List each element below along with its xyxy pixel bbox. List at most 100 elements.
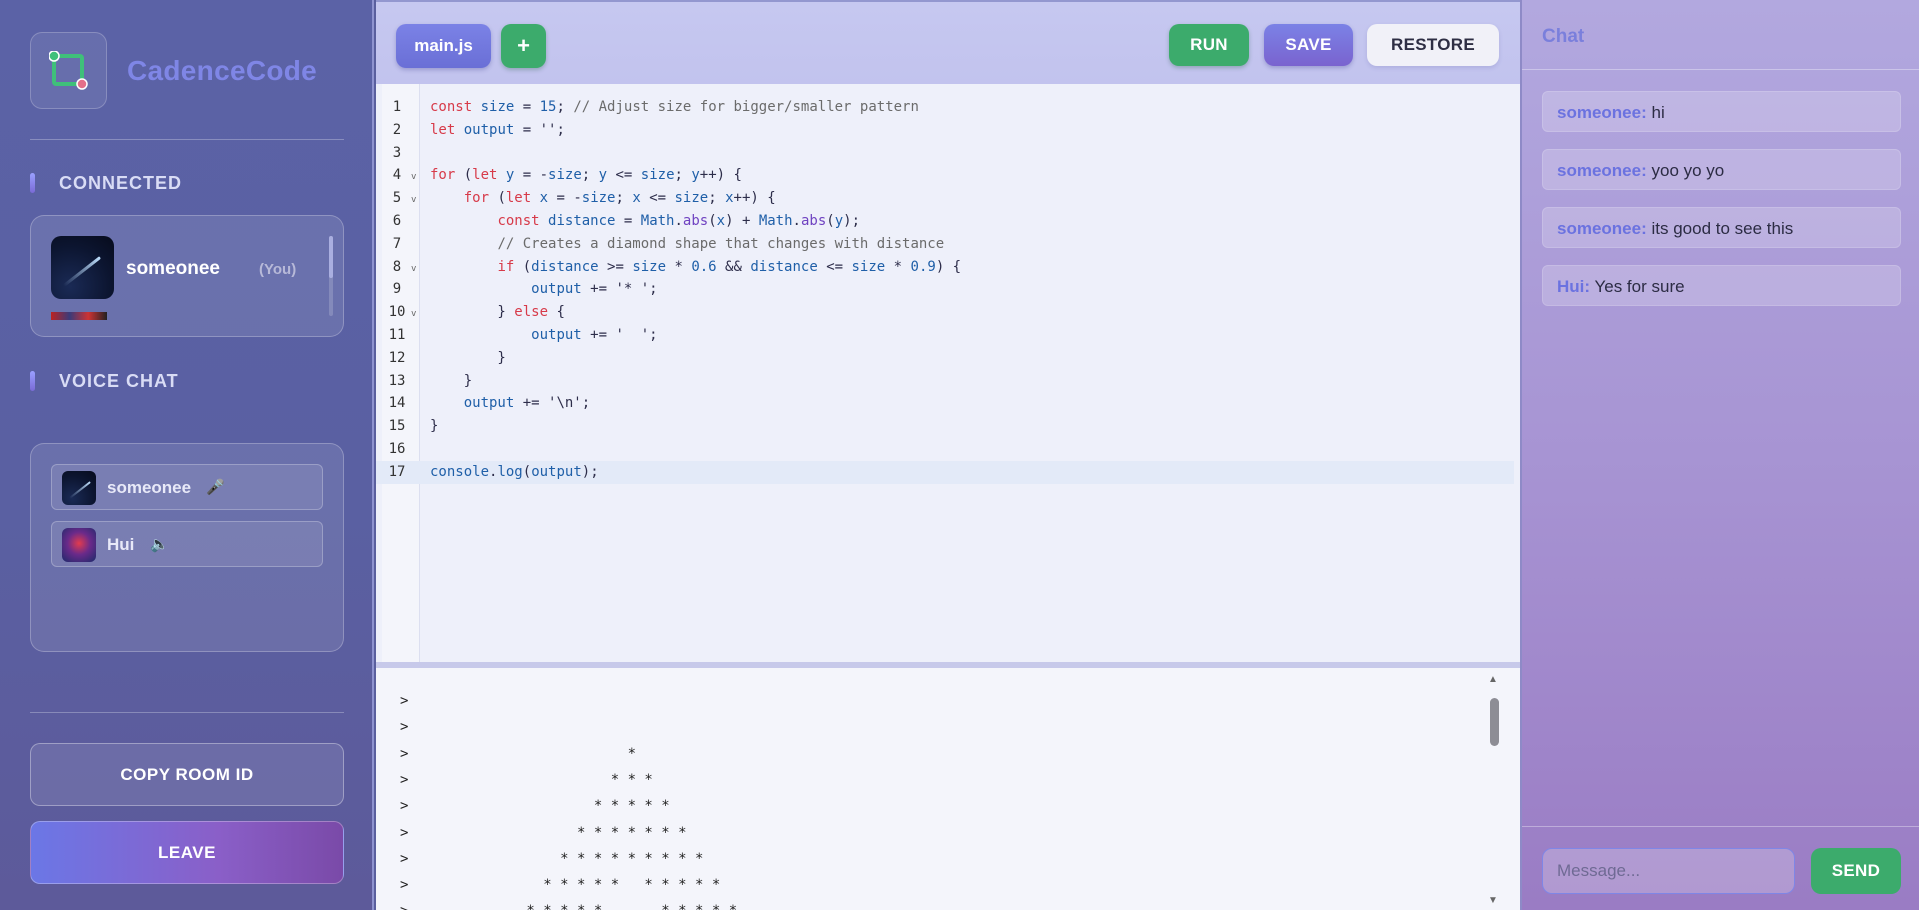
voice-chat-panel: someonee 🎤 Hui 🔈 xyxy=(30,443,344,652)
code-line[interactable]: 17 console.log(output); xyxy=(376,460,1514,484)
code-line[interactable]: 8v if (distance >= size * 0.6 && distanc… xyxy=(376,256,1514,279)
message-author: Hui: xyxy=(1557,277,1591,296)
code-text: for (let y = -size; y <= size; y++) { xyxy=(430,167,742,184)
code-text: let output = ''; xyxy=(430,121,565,138)
output-console: > > > * > * * * > * * * * * > * * * * * * * > … xyxy=(376,668,1520,910)
code-text: const distance = Math.abs(x) + Math.abs(… xyxy=(497,213,860,229)
code-line[interactable]: 3 xyxy=(376,142,1514,165)
code-line[interactable]: 6 const distance = Math.abs(x) + Math.ab… xyxy=(376,210,1514,233)
voice-user-row[interactable]: someonee 🎤 xyxy=(51,464,323,510)
connected-user-name: someonee xyxy=(126,258,220,279)
code-line[interactable]: 15} xyxy=(376,415,1514,438)
code-line[interactable]: 7 // Creates a diamond shape that change… xyxy=(376,233,1514,256)
line-number: 6 xyxy=(392,213,402,229)
console-output-line: > xyxy=(400,693,409,709)
console-output-line: > * * * * * * * xyxy=(400,824,687,841)
line-number: 1 xyxy=(392,99,402,115)
chat-message: someonee: hi xyxy=(1542,91,1901,132)
voice-user-name: someonee xyxy=(107,478,192,497)
copy-room-id-button[interactable]: COPY ROOM ID xyxy=(30,743,344,806)
user-avatar xyxy=(51,236,114,299)
code-text: } else { xyxy=(430,304,565,321)
code-text: // Creates a diamond shape that changes … xyxy=(497,235,945,252)
connected-title: CONNECTED xyxy=(30,173,182,194)
save-button[interactable]: SAVE xyxy=(1264,24,1353,66)
message-author: someonee: xyxy=(1557,103,1647,122)
speaker-icon: 🔈 xyxy=(150,536,169,553)
editor-toolbar: main.js + RUN SAVE RESTORE xyxy=(376,0,1520,84)
code-text: } xyxy=(430,372,473,389)
divider xyxy=(30,712,344,713)
fold-chevron-icon[interactable]: v xyxy=(411,258,416,281)
line-number: 5 xyxy=(392,190,402,207)
code-text: output += '\n'; xyxy=(463,395,591,412)
code-line[interactable]: 12 } xyxy=(376,347,1514,370)
code-line[interactable]: 14 output += '\n'; xyxy=(376,392,1514,415)
line-number: 10 xyxy=(388,304,406,321)
code-line[interactable]: 10 v } else { xyxy=(376,301,1514,324)
scrollbar-thumb[interactable] xyxy=(1490,698,1499,746)
line-number: 14 xyxy=(388,395,406,412)
code-editor[interactable]: 1 const size = 15; // Adjust size for big… xyxy=(376,84,1520,662)
panel-scrollbar[interactable] xyxy=(329,236,333,316)
message-text: Yes for sure xyxy=(1594,277,1685,296)
chat-message: someonee: yoo yo yo xyxy=(1542,149,1901,190)
run-button[interactable]: RUN xyxy=(1169,24,1249,66)
leave-button[interactable]: LEAVE xyxy=(30,821,344,884)
chat-panel: Chat someonee: hi someonee: yoo yo yo so… xyxy=(1520,0,1919,910)
code-line[interactable]: 11 output += ' '; xyxy=(376,324,1514,347)
code-text: } xyxy=(430,349,506,366)
console-output-line: > * xyxy=(400,745,637,762)
code-line[interactable]: 4 v for (let y = -size; y <= size; y++) { xyxy=(376,164,1514,187)
code-text: for (let x = -size; x <= size; x++) { xyxy=(463,190,776,207)
code-line[interactable]: 1 const size = 15; // Adjust size for big… xyxy=(376,96,1514,119)
code-text: const size = 15; // Adjust size for bigg… xyxy=(430,99,919,115)
chat-title: Chat xyxy=(1542,26,1585,47)
fold-chevron-icon[interactable]: v xyxy=(411,166,416,189)
code-line[interactable]: 16 xyxy=(376,438,1514,461)
restore-button[interactable]: RESTORE xyxy=(1367,24,1499,66)
console-output-line: > * * * * * * * * * * xyxy=(400,898,737,910)
code-line[interactable]: 5v for (let x = -size; x <= size; x++) { xyxy=(376,187,1514,210)
message-text: its good to see this xyxy=(1651,219,1794,238)
line-number: 8 xyxy=(392,258,402,275)
add-file-button[interactable]: + xyxy=(501,24,546,68)
code-text: output += '* '; xyxy=(531,281,658,298)
code-text: console.log(output); xyxy=(430,463,599,480)
send-button[interactable]: SEND xyxy=(1811,848,1901,894)
app-name: CadenceCode xyxy=(127,55,318,86)
message-author: someonee: xyxy=(1557,161,1647,180)
file-tab-main-js[interactable]: main.js xyxy=(396,24,491,68)
message-text: yoo yo yo xyxy=(1651,161,1725,180)
code-line[interactable]: 13 } xyxy=(376,370,1514,393)
code-line[interactable]: 9 output += '* '; xyxy=(376,278,1514,301)
voice-user-avatar xyxy=(62,471,96,505)
connected-users-panel: someonee (You) xyxy=(30,215,344,337)
code-line[interactable]: 2 let output = ''; xyxy=(376,119,1514,142)
chat-message: Hui: Yes for sure xyxy=(1542,265,1901,306)
line-number: 4 xyxy=(392,167,402,184)
code-text: if (distance >= size * 0.6 && distance <… xyxy=(497,258,962,275)
console-output-line: > xyxy=(400,719,409,736)
line-number: 3 xyxy=(392,144,402,161)
line-number: 7 xyxy=(392,235,402,252)
console-output-line: > * * * xyxy=(400,771,653,788)
code-text: output += ' '; xyxy=(531,327,658,343)
divider xyxy=(30,139,344,140)
microphone-icon: 🎤 xyxy=(206,479,225,496)
you-tag: (You) xyxy=(259,261,297,278)
console-scrollbar[interactable]: ▲ ▼ xyxy=(1488,674,1500,906)
chat-header: Chat xyxy=(1522,0,1919,70)
voice-user-row[interactable]: Hui 🔈 xyxy=(51,521,323,567)
chat-message: someonee: its good to see this xyxy=(1542,207,1901,248)
console-output-line: > * * * * * * * * * * xyxy=(400,877,721,894)
fold-chevron-icon[interactable]: v xyxy=(411,303,416,326)
user-avatar-partial xyxy=(51,312,107,320)
chat-message-input[interactable] xyxy=(1542,848,1795,894)
scroll-up-arrow-icon[interactable]: ▲ xyxy=(1488,674,1498,685)
line-number: 17 xyxy=(388,463,406,480)
message-author: someonee: xyxy=(1557,219,1647,238)
app-logo xyxy=(30,32,107,109)
scroll-down-arrow-icon[interactable]: ▼ xyxy=(1488,895,1498,906)
fold-chevron-icon[interactable]: v xyxy=(411,189,416,212)
